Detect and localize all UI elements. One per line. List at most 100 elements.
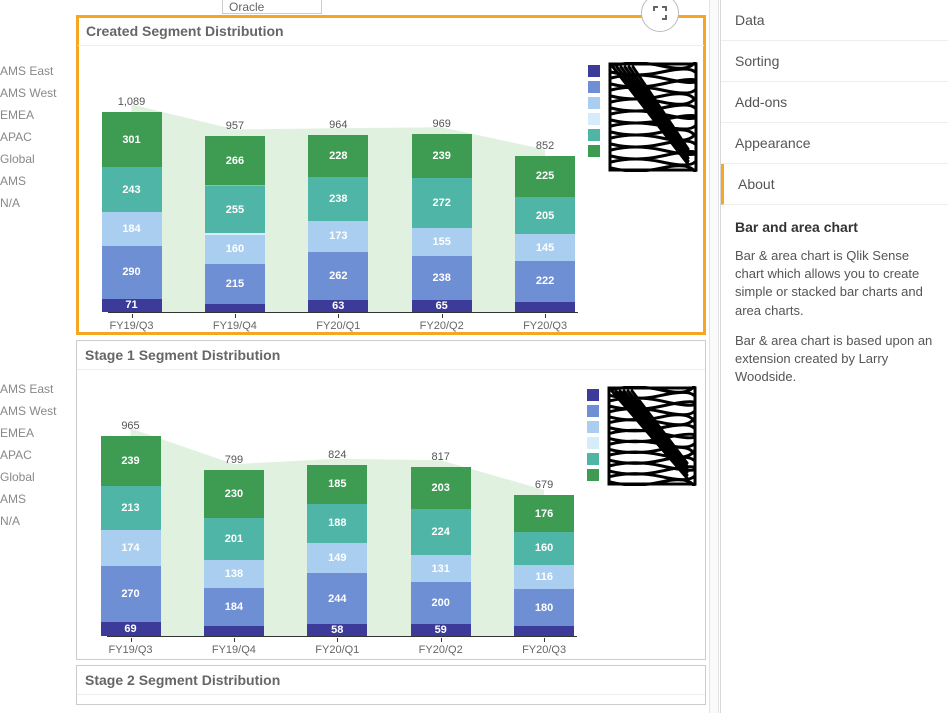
x-tick-label: FY19/Q3 <box>109 320 153 332</box>
bar-segment: 262 <box>308 252 368 300</box>
filter-item[interactable]: EMEA <box>0 424 72 442</box>
legend-swatch <box>588 145 600 157</box>
bar-segment: 69 <box>101 622 161 636</box>
filter-item[interactable]: N/A <box>0 194 72 212</box>
scribble-redaction <box>607 386 697 486</box>
x-axis: FY19/Q3FY19/Q4FY20/Q1FY20/Q2FY20/Q3 <box>107 636 577 658</box>
bar-segment: 173 <box>308 221 368 253</box>
bar-segment: 244 <box>307 573 367 624</box>
x-tick-label: FY20/Q1 <box>316 320 360 332</box>
bar-column[interactable]: 222145205225852 <box>515 156 575 312</box>
scrollbar[interactable] <box>709 0 719 713</box>
bar-segment: 201 <box>204 518 264 560</box>
bar-column[interactable]: 180116160176679 <box>514 495 574 636</box>
filter-item[interactable]: AMS West <box>0 84 72 102</box>
bar-total-label: 679 <box>514 479 574 491</box>
legend-swatch <box>587 469 599 481</box>
chart-card-created[interactable]: Created Segment Distribution 71290184243… <box>76 15 706 335</box>
filter-item[interactable]: N/A <box>0 512 72 530</box>
bar-segment: 155 <box>412 228 472 256</box>
chart-body: 712901842433011,089215160255266957632621… <box>78 46 704 334</box>
bar-segment: 59 <box>411 624 471 636</box>
bar-segment: 230 <box>204 470 264 518</box>
bar-column[interactable]: 215160255266957 <box>205 136 265 312</box>
filter-item[interactable]: Global <box>0 150 72 168</box>
filter-item[interactable]: EMEA <box>0 106 72 124</box>
about-content: Bar and area chart Bar & area chart is Q… <box>721 205 948 412</box>
bar-column[interactable]: 59200131224203817 <box>411 467 471 636</box>
redaction-overlay <box>607 386 697 486</box>
bar-segment: 213 <box>101 486 161 530</box>
bar-segment: 58 <box>307 624 367 636</box>
filter-item[interactable]: APAC <box>0 446 72 464</box>
side-item-appearance[interactable]: Appearance <box>721 123 948 164</box>
x-tick-label: FY19/Q3 <box>108 644 152 656</box>
chart-card-stage1[interactable]: Stage 1 Segment Distribution 69270174213… <box>76 340 706 660</box>
bar-total-label: 799 <box>204 454 264 466</box>
x-tick-label: FY20/Q1 <box>315 644 359 656</box>
chart-title: Stage 1 Segment Distribution <box>77 341 705 370</box>
bar-column[interactable]: 58244149188185824 <box>307 465 367 636</box>
bar-segment: 205 <box>515 197 575 235</box>
bar-segment: 203 <box>411 467 471 509</box>
bar-segment: 290 <box>102 246 162 299</box>
bar-segment: 215 <box>205 264 265 303</box>
bar-column[interactable]: 712901842433011,089 <box>102 112 162 312</box>
filter-item[interactable]: APAC <box>0 128 72 146</box>
filter-item[interactable]: AMS East <box>0 380 72 398</box>
bar-segment: 243 <box>102 167 162 212</box>
bar-segment <box>204 626 264 636</box>
scribble-redaction <box>608 62 698 172</box>
stray-dropdown[interactable]: Oracle <box>222 0 322 14</box>
chart-card-stage2[interactable]: Stage 2 Segment Distribution <box>76 665 706 705</box>
bar-segment: 238 <box>412 256 472 300</box>
about-paragraph: Bar & area chart is based upon an extens… <box>735 332 934 387</box>
side-item-add-ons[interactable]: Add-ons <box>721 82 948 123</box>
bar-segment: 180 <box>514 589 574 626</box>
stray-dropdown-label: Oracle <box>229 0 264 14</box>
bar-segment: 174 <box>101 530 161 566</box>
bar-segment: 224 <box>411 509 471 555</box>
filter-item[interactable]: AMS <box>0 490 72 508</box>
bar-column[interactable]: 65238155272239969 <box>412 134 472 312</box>
side-item-sorting[interactable]: Sorting <box>721 41 948 82</box>
bar-segment: 272 <box>412 178 472 228</box>
x-tick-label: FY20/Q3 <box>522 644 566 656</box>
bar-segment: 225 <box>515 156 575 197</box>
filter-item[interactable]: Global <box>0 468 72 486</box>
legend-swatch <box>587 421 599 433</box>
bar-column[interactable]: 63262173238228964 <box>308 135 368 312</box>
filter-item[interactable]: AMS East <box>0 62 72 80</box>
bar-segment: 188 <box>307 504 367 543</box>
bar-segment: 71 <box>102 299 162 312</box>
redaction-overlay <box>608 62 698 162</box>
bar-segment: 239 <box>412 134 472 178</box>
filter-list-1: AMS East AMS West EMEA APAC Global AMS N/A <box>0 62 72 212</box>
bar-segment: 228 <box>308 135 368 177</box>
bar-column[interactable]: 69270174213239965 <box>101 436 161 636</box>
side-item-data[interactable]: Data <box>721 0 948 41</box>
filter-item[interactable]: AMS <box>0 172 72 190</box>
bar-segment: 238 <box>308 177 368 221</box>
bar-total-label: 964 <box>308 119 368 131</box>
chart-title: Stage 2 Segment Distribution <box>77 666 705 695</box>
x-tick-label: FY19/Q4 <box>213 320 257 332</box>
bar-total-label: 1,089 <box>102 96 162 108</box>
bar-total-label: 852 <box>515 140 575 152</box>
bar-segment <box>514 626 574 636</box>
filter-list-2: AMS East AMS West EMEA APAC Global AMS N/A <box>0 380 72 530</box>
bar-segment: 65 <box>412 300 472 312</box>
bar-segment: 116 <box>514 565 574 589</box>
legend-swatch <box>587 389 599 401</box>
bar-segment: 266 <box>205 136 265 185</box>
filter-item[interactable]: AMS West <box>0 402 72 420</box>
x-axis: FY19/Q3FY19/Q4FY20/Q1FY20/Q2FY20/Q3 <box>108 312 578 334</box>
bar-segment: 176 <box>514 495 574 531</box>
legend-swatch <box>587 453 599 465</box>
bar-segment: 200 <box>411 582 471 623</box>
side-item-about[interactable]: About <box>721 164 948 205</box>
bar-segment: 301 <box>102 112 162 167</box>
bar-segment: 63 <box>308 300 368 312</box>
bar-column[interactable]: 184138201230799 <box>204 470 264 636</box>
bar-segment: 222 <box>515 261 575 302</box>
